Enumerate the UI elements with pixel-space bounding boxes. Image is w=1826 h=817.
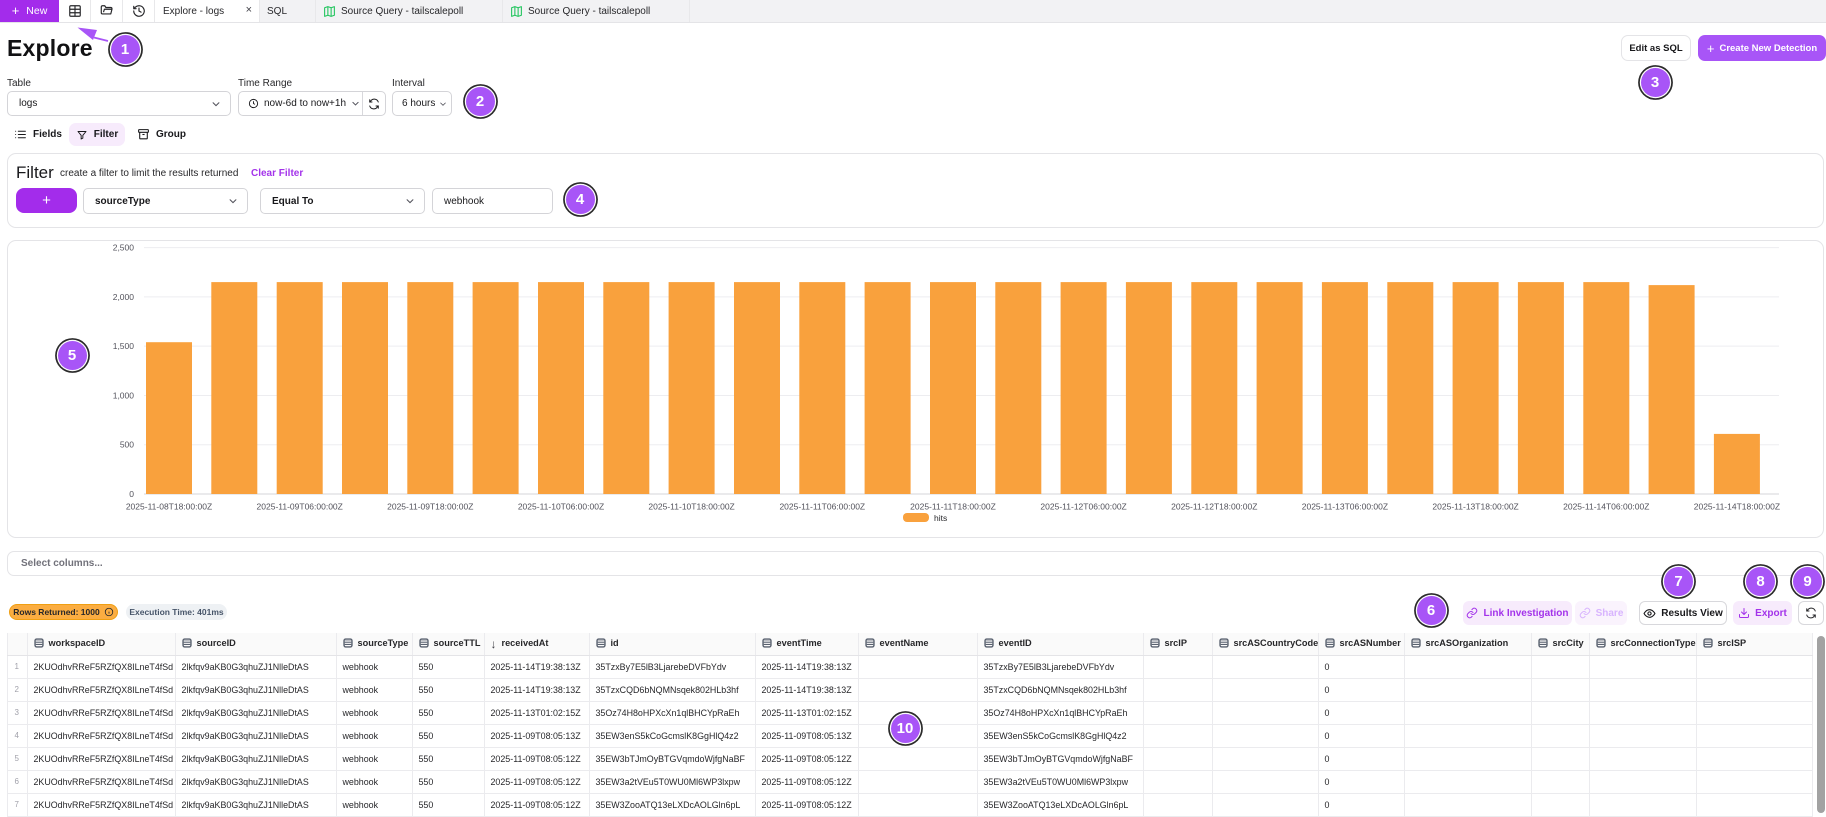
svg-text:2025-11-13T18:00:00Z: 2025-11-13T18:00:00Z	[1432, 502, 1518, 512]
svg-text:500: 500	[120, 440, 134, 450]
svg-text:2025-11-12T06:00:00Z: 2025-11-12T06:00:00Z	[1040, 502, 1126, 512]
svg-text:1,000: 1,000	[113, 390, 135, 400]
svg-text:2025-11-10T18:00:00Z: 2025-11-10T18:00:00Z	[648, 502, 734, 512]
svg-text:2025-11-14T18:00:00Z: 2025-11-14T18:00:00Z	[1694, 502, 1780, 512]
svg-text:2025-11-14T06:00:00Z: 2025-11-14T06:00:00Z	[1563, 502, 1649, 512]
svg-text:2025-11-08T18:00:00Z: 2025-11-08T18:00:00Z	[126, 502, 212, 512]
svg-text:hits: hits	[934, 513, 947, 523]
svg-text:2025-11-12T18:00:00Z: 2025-11-12T18:00:00Z	[1171, 502, 1257, 512]
svg-text:1,500: 1,500	[113, 341, 135, 351]
svg-text:2025-11-11T06:00:00Z: 2025-11-11T06:00:00Z	[779, 502, 865, 512]
svg-text:0: 0	[129, 489, 134, 499]
svg-text:2025-11-11T18:00:00Z: 2025-11-11T18:00:00Z	[910, 502, 996, 512]
svg-text:2,500: 2,500	[113, 243, 135, 253]
svg-text:2,000: 2,000	[113, 292, 135, 302]
svg-text:2025-11-10T06:00:00Z: 2025-11-10T06:00:00Z	[518, 502, 604, 512]
svg-text:2025-11-13T06:00:00Z: 2025-11-13T06:00:00Z	[1302, 502, 1388, 512]
svg-text:2025-11-09T18:00:00Z: 2025-11-09T18:00:00Z	[387, 502, 473, 512]
svg-text:2025-11-09T06:00:00Z: 2025-11-09T06:00:00Z	[257, 502, 343, 512]
